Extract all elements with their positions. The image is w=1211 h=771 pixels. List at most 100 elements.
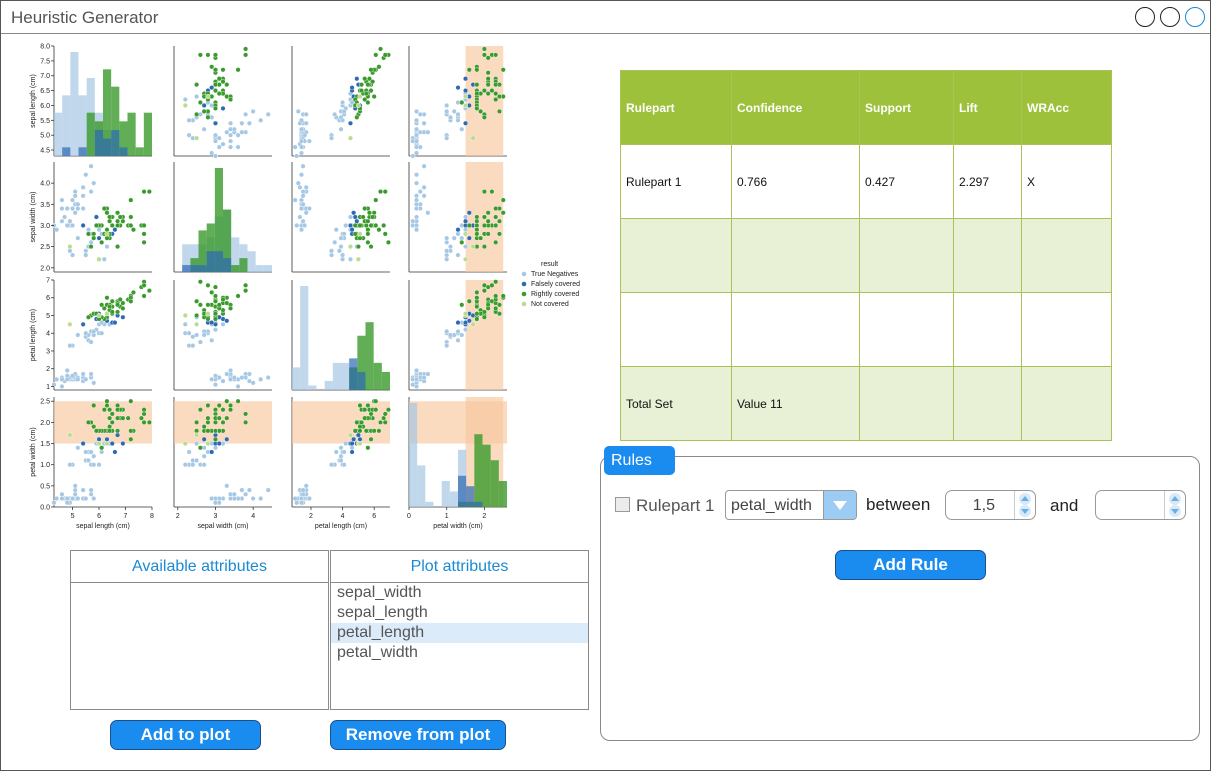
between-label: between xyxy=(866,495,931,514)
scatter-point xyxy=(455,111,461,117)
available-attributes-list[interactable]: Available attributes xyxy=(70,550,329,710)
rules-tab[interactable]: Rules xyxy=(604,446,675,475)
scatter-point xyxy=(109,441,115,447)
scatter-point xyxy=(463,256,469,262)
legend-marker xyxy=(521,301,527,307)
y-tick-label: 1 xyxy=(46,384,50,391)
upper-bound-spinner[interactable] xyxy=(1095,490,1186,520)
scatter-point xyxy=(201,332,207,338)
scatter-point xyxy=(72,193,78,199)
histogram-bar xyxy=(54,112,63,156)
histogram-bar xyxy=(332,362,341,390)
scatter-point xyxy=(355,244,361,250)
table-cell: Total Set xyxy=(620,366,732,441)
y-tick-label: 3.5 xyxy=(40,202,50,209)
plot-attribute-item[interactable]: petal_width xyxy=(331,643,588,663)
plot-attributes-list[interactable]: Plot attributes sepal_width sepal_length… xyxy=(330,550,589,710)
scatter-point xyxy=(67,343,73,349)
scatter-point xyxy=(329,135,335,141)
scatter-point xyxy=(365,445,371,451)
upper-bound-stepper[interactable] xyxy=(1164,491,1185,519)
scatter-point xyxy=(235,293,241,299)
scatter-point xyxy=(141,231,147,237)
scatter-point xyxy=(220,407,226,413)
x-tick-label: 3 xyxy=(214,513,218,520)
histogram-bar xyxy=(70,52,79,156)
scatter-point xyxy=(96,312,102,318)
legend-title: result xyxy=(541,261,558,268)
scatter-point xyxy=(115,415,121,421)
x-tick-label: 0 xyxy=(407,513,411,520)
scatter-point xyxy=(205,316,211,322)
y-tick-label: 4.5 xyxy=(40,148,50,155)
scatter-point xyxy=(329,248,335,254)
plot-attribute-item-selected[interactable]: petal_length xyxy=(331,623,588,643)
scatter-point xyxy=(298,150,304,156)
scatter-point xyxy=(351,436,357,442)
scatter-point xyxy=(347,244,353,250)
scatter-point xyxy=(88,239,94,245)
scatter-point xyxy=(99,239,105,245)
lower-bound-stepper[interactable] xyxy=(1014,491,1035,519)
rulepart-checkbox[interactable] xyxy=(615,497,630,512)
scatter-point xyxy=(414,206,420,212)
scatter-point xyxy=(70,197,76,203)
scatter-point xyxy=(67,248,73,254)
scatter-point xyxy=(109,309,115,315)
x-tick-label: 2 xyxy=(176,513,180,520)
scatter-point xyxy=(294,222,300,228)
scatter-point xyxy=(96,256,102,262)
scatter-point xyxy=(338,235,344,241)
scatter-point xyxy=(194,432,200,438)
table-cell xyxy=(953,218,1022,293)
scatter-point xyxy=(463,311,469,317)
window-close-button[interactable] xyxy=(1135,7,1155,27)
scatter-point xyxy=(75,235,81,241)
scatter-point xyxy=(80,321,86,327)
scatter-point xyxy=(107,424,113,430)
plot-attribute-item[interactable]: sepal_width xyxy=(331,583,588,603)
attribute-select-arrow[interactable] xyxy=(823,491,856,519)
scatter-point xyxy=(298,126,304,132)
scatter-point xyxy=(410,218,416,224)
scatter-point xyxy=(363,222,369,228)
scatter-point xyxy=(146,189,152,195)
window-maximize-button[interactable] xyxy=(1185,7,1205,27)
scatter-point xyxy=(104,231,110,237)
scatter-point xyxy=(300,218,306,224)
y-tick-label: 7.0 xyxy=(40,73,50,80)
scatter-point xyxy=(197,279,203,285)
scatter-point xyxy=(481,222,487,228)
plot-attribute-item[interactable]: sepal_length xyxy=(331,603,588,623)
scatter-point xyxy=(444,108,450,114)
scatter-point xyxy=(83,449,89,455)
scatter-point xyxy=(368,436,374,442)
lower-bound-spinner[interactable]: 1,5 xyxy=(945,490,1036,520)
scatter-point xyxy=(101,407,107,413)
histogram-bar xyxy=(62,147,71,156)
histogram-bar xyxy=(441,481,450,507)
scatter-point xyxy=(243,411,249,417)
scatter-point xyxy=(421,184,427,190)
scatter-point xyxy=(205,114,211,120)
window-minimize-button[interactable] xyxy=(1160,7,1180,27)
table-cell xyxy=(620,292,732,367)
y-tick-label: 6.0 xyxy=(40,103,50,110)
scatter-point xyxy=(88,487,94,493)
scatter-point xyxy=(447,332,453,338)
scatter-point xyxy=(54,496,60,502)
scatter-point xyxy=(224,415,230,421)
scatter-point xyxy=(212,105,218,111)
add-rule-button[interactable]: Add Rule xyxy=(835,550,986,580)
scatter-point xyxy=(212,132,218,138)
scatter-point xyxy=(107,214,113,220)
histogram-bar xyxy=(341,362,350,390)
add-to-plot-button[interactable]: Add to plot xyxy=(110,720,261,750)
scatter-point xyxy=(485,82,491,88)
histogram-bar xyxy=(94,130,103,156)
scatter-point xyxy=(104,311,110,317)
attribute-select[interactable]: petal_width xyxy=(725,490,857,520)
table-cell xyxy=(859,218,954,293)
scatter-point xyxy=(485,305,491,311)
remove-from-plot-button[interactable]: Remove from plot xyxy=(330,720,506,750)
